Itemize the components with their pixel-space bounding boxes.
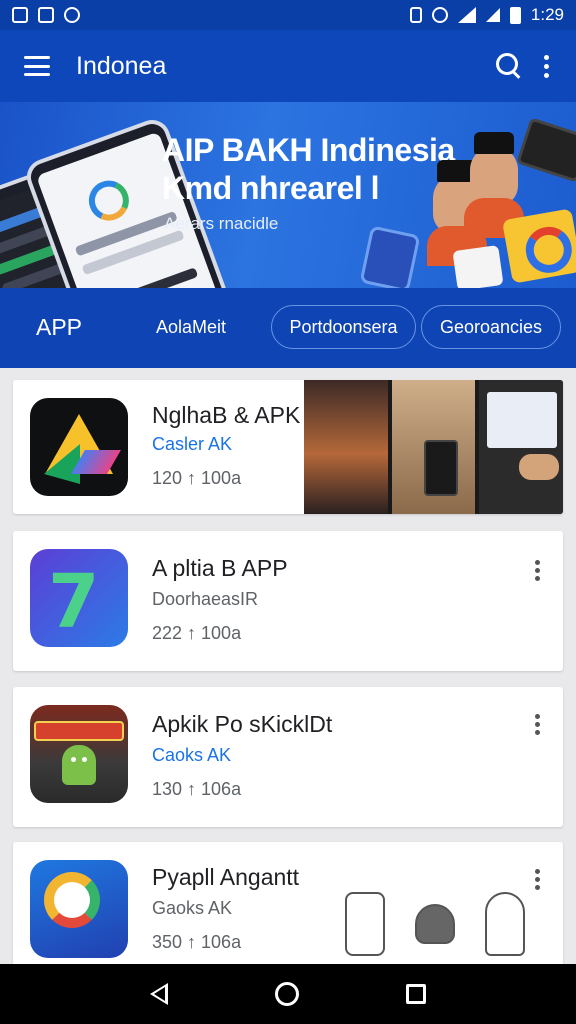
notification-icons [12, 7, 80, 23]
status-bar: 1:29 [0, 0, 576, 30]
app-developer: Gaoks AK [152, 898, 233, 918]
back-icon[interactable] [149, 983, 168, 1005]
banner-caption: Aerars rnacidle [164, 214, 279, 233]
clock: 1:29 [530, 5, 564, 24]
promo-banner[interactable]: AIP BAKH Indinesia Kmd nhrearel l Aerars… [0, 102, 576, 288]
person-icon [485, 892, 525, 956]
overflow-menu-icon[interactable] [525, 864, 549, 894]
gallery-notification-icon [38, 7, 54, 23]
app-title: Indonea [76, 51, 167, 80]
app-bar: Indonea [0, 30, 576, 102]
tab-portdoonsera[interactable]: Portdoonsera [271, 305, 416, 349]
vibrate-icon [409, 7, 422, 23]
screenshot-image [479, 380, 563, 514]
app-developer: Caoks AK [152, 745, 232, 765]
overflow-menu-icon[interactable] [525, 709, 549, 739]
wifi-icon [457, 7, 476, 23]
signal-icon [485, 8, 500, 22]
app-notification-icon [64, 7, 80, 23]
a-letter-icon: 7 [30, 549, 128, 647]
app-card[interactable]: NglhaB & APK Casler AK 120 ↑ 100a [13, 380, 563, 514]
overflow-menu-icon[interactable] [525, 555, 549, 585]
tablet-illustration [516, 117, 576, 183]
tab-aolameit[interactable]: AolaMeit [132, 305, 250, 349]
app-logo-icon [83, 174, 135, 227]
app-developer: DoorhaeasIR [152, 589, 259, 609]
search-icon[interactable] [492, 49, 526, 83]
banner-subhead: Kmd nhrearel l [162, 170, 380, 206]
app-card[interactable]: 7 A pltia B APP DoorhaeasIR 222 ↑ 100a [13, 531, 563, 671]
drive-card-icon [359, 225, 421, 288]
tab-app[interactable]: APP [20, 305, 98, 349]
drive-icon [30, 398, 128, 496]
app-title: Apkik Po sKicklDt [152, 711, 333, 737]
image-notification-icon [12, 7, 28, 23]
app-title: A pltia B APP [152, 555, 288, 581]
app-title: NglhaB & APK [152, 402, 301, 428]
banner-headline: AIP BAKH Indinesia [162, 132, 455, 168]
device-icon [345, 892, 385, 956]
app-title: Pyapll Angantt [152, 864, 300, 890]
android-icon [30, 705, 128, 803]
app-stats: 222 ↑ 100a [152, 623, 242, 643]
heart-icon [415, 904, 455, 944]
feature-icons [345, 892, 525, 956]
app-card[interactable]: Apkik Po sKicklDt Caoks AK 130 ↑ 106a [13, 687, 563, 827]
system-icons: 1:29 [409, 5, 564, 25]
recent-apps-icon[interactable] [406, 984, 427, 1004]
battery-icon [509, 6, 521, 24]
overflow-menu-icon[interactable] [526, 49, 566, 83]
app-screenshot-preview[interactable] [304, 380, 563, 514]
chrome-icon [501, 208, 576, 284]
home-icon[interactable] [274, 982, 299, 1006]
maps-icon [30, 860, 128, 958]
tab-georoancies[interactable]: Georoancies [421, 305, 561, 349]
category-tabs: APP AolaMeit Portdoonsera Georoancies [0, 288, 576, 368]
sync-icon [431, 7, 448, 23]
screenshot-image [391, 380, 476, 514]
app-stats: 350 ↑ 106a [152, 932, 242, 952]
screenshot-image [304, 380, 388, 514]
person-illustration [464, 132, 524, 238]
hamburger-menu-icon[interactable] [24, 56, 50, 76]
app-card[interactable]: Pyapll Angantt Gaoks AK 350 ↑ 106a [13, 842, 563, 967]
system-nav-bar [0, 964, 576, 1024]
app-stats: 130 ↑ 106a [152, 779, 242, 799]
card-illustration [452, 244, 504, 288]
app-stats: 120 ↑ 100a [152, 468, 242, 488]
app-developer: Casler AK [152, 434, 233, 454]
